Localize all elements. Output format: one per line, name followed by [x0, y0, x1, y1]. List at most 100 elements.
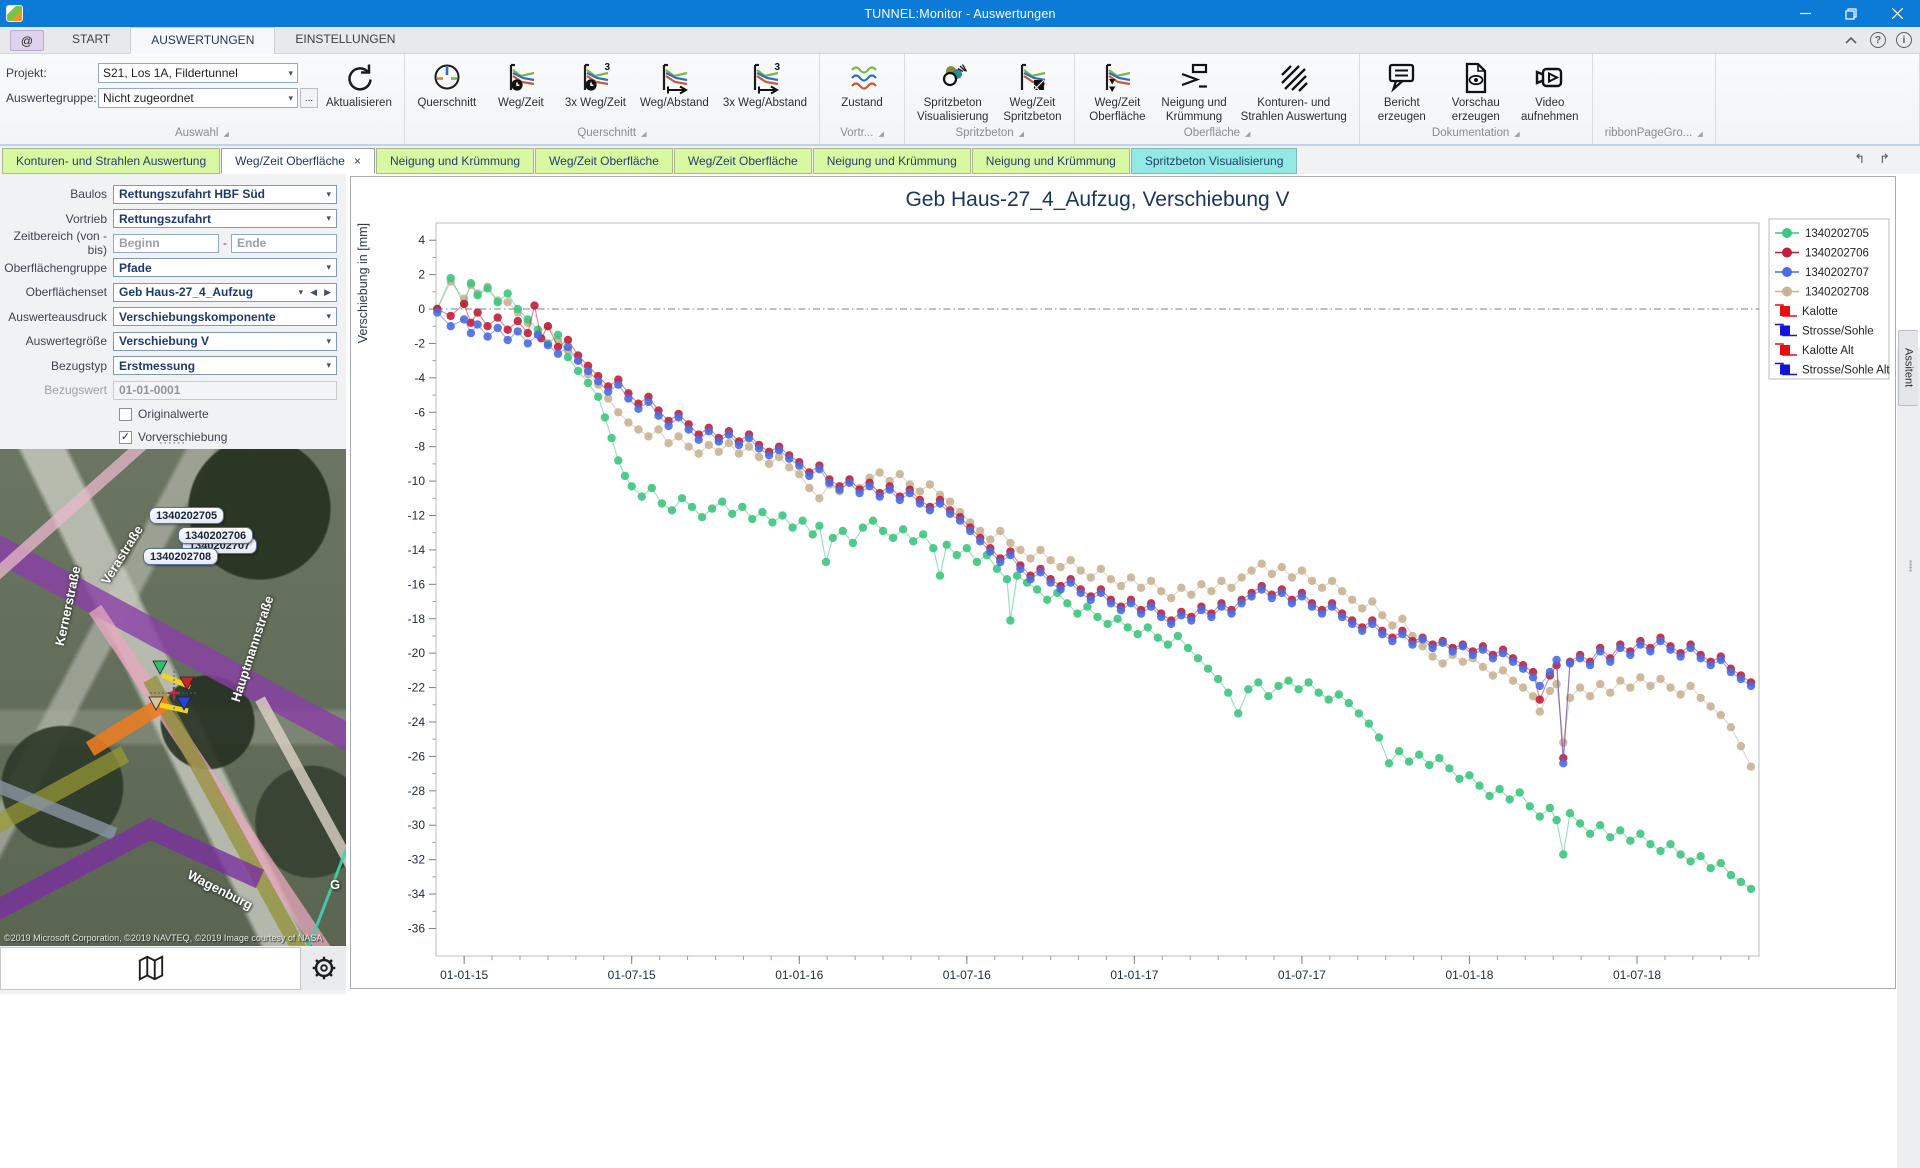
svg-text:Strosse/Sohle Alt: Strosse/Sohle Alt — [1802, 365, 1890, 377]
ribbon-tab-start[interactable]: START — [52, 27, 130, 53]
map-preview[interactable]: KernerstraßeVerastraßeHauptmannstraßeWag… — [0, 449, 346, 946]
ribbon-button-spritzbeton-visualisierung[interactable]: Spritzbeton Visualisierung — [911, 59, 994, 125]
ribbon-tab-einstellungen[interactable]: EINSTELLUNGEN — [275, 27, 415, 53]
minimize-button[interactable] — [1782, 0, 1828, 27]
dialog-launcher-icon[interactable]: ◢ — [1245, 131, 1250, 138]
data-point — [1398, 615, 1406, 623]
ribbon-button-label: 3x Weg/Abstand — [723, 96, 807, 110]
data-point — [1127, 599, 1135, 607]
data-point — [614, 456, 622, 464]
doc-tab-weg-zeit-oberfl-che[interactable]: Weg/Zeit Oberfläche× — [221, 148, 375, 174]
field-combo-auswertegruppe[interactable]: Nicht zugeordnet▾ — [98, 88, 298, 108]
ribbon-button-video-aufnehmen[interactable]: Video aufnehmen — [1514, 59, 1586, 125]
doc-tab-neigung-und-kr-mmung[interactable]: Neigung und Krümmung — [376, 148, 534, 174]
doc-tab-neigung-und-kr-mmung[interactable]: Neigung und Krümmung — [813, 148, 971, 174]
ribbon-button-3x-weg-abstand[interactable]: 33x Weg/Abstand — [717, 59, 813, 110]
map-chip-1340202705[interactable]: 1340202705 — [149, 507, 224, 524]
doc-tab-spritzbeton-visualisierung[interactable]: Spritzbeton Visualisierung — [1131, 148, 1298, 174]
select-auswerteausdruck[interactable]: Verschiebungskomponente▾ — [113, 307, 337, 326]
map-chip-1340202706[interactable]: 1340202706 — [178, 527, 253, 544]
select-bezugstyp[interactable]: Erstmessung▾ — [113, 356, 337, 375]
map-chip-1340202708[interactable]: 1340202708 — [143, 548, 218, 565]
ribbon-button-label: Weg/Zeit Spritzbeton — [1003, 96, 1061, 125]
data-point — [1056, 563, 1064, 571]
help-icon[interactable]: ? — [1870, 32, 1886, 48]
assistant-tab[interactable]: Assitent — [1898, 330, 1918, 406]
vertical-splitter-handle[interactable]: ▪▪▪▪ — [1909, 560, 1912, 572]
dialog-launcher-icon[interactable]: ◢ — [223, 131, 228, 138]
y-tick-label: -30 — [408, 818, 426, 832]
data-point — [1415, 751, 1423, 759]
dialog-launcher-icon[interactable]: ◢ — [641, 131, 646, 138]
doc-tab-neigung-und-kr-mmung[interactable]: Neigung und Krümmung — [972, 148, 1130, 174]
ribbon-button-weg-abstand[interactable]: Weg/Abstand — [634, 59, 715, 110]
checkbox-originalwerte[interactable] — [119, 408, 132, 421]
field-combo-projekt[interactable]: S21, Los 1A, Fildertunnel▾ — [98, 63, 298, 83]
data-point — [1388, 621, 1396, 629]
data-point — [805, 472, 813, 480]
data-point — [1087, 573, 1095, 581]
data-point — [1144, 623, 1152, 631]
info-icon[interactable]: i — [1896, 32, 1912, 48]
splitter-handle[interactable]: ▪▪▪▪▪▪ — [0, 439, 346, 447]
restore-button[interactable] — [1828, 0, 1874, 27]
app-menu-button[interactable]: @ — [10, 30, 44, 51]
date-to-input[interactable]: Ende — [231, 234, 337, 253]
ribbon-button-weg-zeit-spritzbeton[interactable]: Weg/Zeit Spritzbeton — [996, 59, 1068, 125]
dialog-launcher-icon[interactable]: ◢ — [1019, 131, 1024, 138]
ribbon-tab-auswertungen[interactable]: AUSWERTUNGEN — [130, 27, 275, 54]
ribbon-collapse-icon[interactable] — [1842, 31, 1860, 49]
data-point — [1626, 837, 1634, 845]
select-vortrieb[interactable]: Rettungszufahrt▾ — [113, 209, 337, 228]
ribbon-button-aktualisieren[interactable]: Aktualisieren — [320, 59, 398, 110]
select-oberfl-chenset[interactable]: Geb Haus-27_4_Aufzug▾◀▶ — [113, 283, 337, 302]
doc-tab-weg-zeit-oberfl-che[interactable]: Weg/Zeit Oberfläche — [535, 148, 673, 174]
dialog-launcher-icon[interactable]: ◢ — [1514, 131, 1519, 138]
doc-tab-weg-zeit-oberfl-che[interactable]: Weg/Zeit Oberfläche — [674, 148, 812, 174]
ribbon-button-querschnitt[interactable]: Querschnitt — [411, 59, 483, 110]
data-point — [936, 572, 944, 580]
browse-dots-button[interactable]: ... — [300, 88, 318, 108]
ribbon-button-neigung-und-kr-mmung[interactable]: Neigung und Krümmung — [1155, 59, 1232, 125]
dialog-launcher-icon[interactable]: ◢ — [878, 131, 883, 138]
data-point — [1566, 659, 1574, 667]
data-point — [815, 465, 823, 473]
data-point — [1006, 616, 1014, 624]
data-point — [1586, 692, 1594, 700]
ribbon-button-konturen-und-strahlen-auswertung[interactable]: Konturen- und Strahlen Auswertung — [1235, 59, 1353, 125]
data-point — [1445, 764, 1453, 772]
ribbon-button-zustand[interactable]: Zustand — [826, 59, 898, 110]
y-tick-label: -36 — [408, 921, 426, 935]
data-point — [483, 284, 491, 292]
ribbon-button-bericht-erzeugen[interactable]: Bericht erzeugen — [1366, 59, 1438, 125]
dialog-launcher-icon[interactable]: ◢ — [1697, 131, 1702, 138]
ribbon-button-weg-zeit-oberfl-che[interactable]: Weg/Zeit Oberfläche — [1081, 59, 1153, 125]
data-point — [584, 379, 592, 387]
date-from-input[interactable]: Beginn — [113, 234, 219, 253]
close-button[interactable] — [1874, 0, 1920, 27]
data-point — [654, 425, 662, 433]
nav-forward-icon[interactable]: ↱ — [1879, 151, 1890, 167]
select-baulos[interactable]: Rettungszufahrt HBF Süd▾ — [113, 185, 337, 204]
x-tick-label: 01-07-16 — [943, 968, 991, 982]
select-oberfl-chengruppe[interactable]: Pfade▾ — [113, 258, 337, 277]
map-settings-button[interactable] — [301, 947, 346, 990]
map-layers-button[interactable] — [0, 947, 301, 990]
ribbon-button-vorschau-erzeugen[interactable]: Vorschau erzeugen — [1440, 59, 1512, 125]
data-point — [554, 331, 562, 339]
next-arrow-icon[interactable]: ▶ — [324, 287, 331, 298]
close-icon[interactable]: × — [354, 154, 361, 168]
ribbon-button-weg-zeit[interactable]: Weg/Zeit — [485, 59, 557, 110]
prev-arrow-icon[interactable]: ◀ — [310, 287, 317, 298]
data-point — [1586, 661, 1594, 669]
data-point — [447, 322, 455, 330]
map-point-marker-0[interactable] — [153, 661, 167, 674]
data-point — [621, 472, 629, 480]
ribbon-button-3x-weg-zeit[interactable]: 33x Weg/Zeit — [559, 59, 632, 110]
select-auswertegr-e[interactable]: Verschiebung V▾ — [113, 332, 337, 351]
data-point — [1747, 885, 1755, 893]
data-point — [886, 486, 894, 494]
nav-back-icon[interactable]: ↰ — [1854, 151, 1865, 167]
data-point — [1134, 630, 1142, 638]
doc-tab-konturen-und-strahlen-auswertung[interactable]: Konturen- und Strahlen Auswertung — [2, 148, 220, 174]
